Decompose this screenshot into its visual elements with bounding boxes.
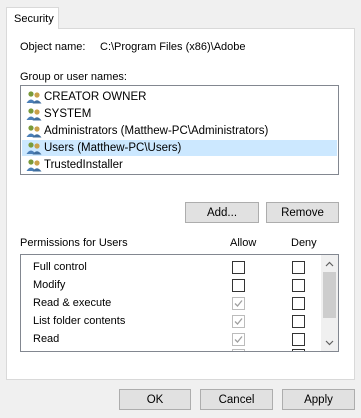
allow-checkbox	[232, 315, 245, 328]
permission-label: Read	[33, 333, 60, 345]
group-item-system[interactable]: SYSTEM	[26, 106, 91, 122]
group-item-label: TrustedInstaller	[44, 159, 123, 171]
object-name-value: C:\Program Files (x86)\Adobe	[100, 41, 246, 53]
ok-button[interactable]: OK	[119, 389, 191, 410]
allow-checkbox	[232, 333, 245, 346]
group-item-administrators[interactable]: Administrators (Matthew-PC\Administrator…	[26, 123, 268, 139]
allow-checkbox	[232, 349, 245, 352]
permission-label: Read & execute	[33, 297, 112, 309]
users-icon	[26, 108, 42, 121]
users-icon	[26, 91, 42, 104]
permissions-scrollbar[interactable]	[321, 255, 338, 351]
group-item-label: CREATOR OWNER	[44, 91, 147, 103]
permissions-list[interactable]: Full control Modify Read & execute List …	[20, 254, 339, 352]
deny-checkbox[interactable]	[292, 261, 305, 274]
permission-row: Full control	[21, 259, 321, 277]
permission-row: Read & execute	[21, 295, 321, 313]
permission-row: List folder contents	[21, 313, 321, 331]
permission-label: List folder contents	[33, 315, 126, 327]
permission-row	[21, 349, 321, 352]
group-item-label: Administrators (Matthew-PC\Administrator…	[44, 125, 269, 137]
deny-header: Deny	[291, 237, 317, 249]
deny-checkbox[interactable]	[292, 297, 305, 310]
add-button[interactable]: Add...	[185, 202, 259, 223]
scroll-up-arrow[interactable]	[321, 255, 338, 272]
users-icon	[26, 125, 42, 138]
allow-checkbox	[232, 297, 245, 310]
users-icon	[26, 159, 42, 172]
tab-security[interactable]: Security	[6, 7, 59, 29]
deny-checkbox[interactable]	[292, 349, 305, 351]
object-name-label: Object name:	[20, 41, 86, 53]
permission-row: Modify	[21, 277, 321, 295]
groups-list[interactable]: CREATOR OWNER SYSTEM Administrators (Mat…	[20, 85, 339, 175]
deny-checkbox[interactable]	[292, 279, 305, 292]
groups-label: Group or user names:	[20, 71, 127, 83]
checkmark-icon	[234, 351, 243, 352]
allow-checkbox[interactable]	[232, 261, 245, 274]
scroll-down-arrow[interactable]	[321, 334, 338, 351]
chevron-up-icon	[325, 261, 334, 266]
deny-checkbox[interactable]	[292, 333, 305, 346]
allow-checkbox[interactable]	[232, 279, 245, 292]
group-item-users[interactable]: Users (Matthew-PC\Users)	[22, 140, 337, 156]
group-item-trustedinstaller[interactable]: TrustedInstaller	[26, 157, 123, 173]
checkmark-icon	[234, 336, 243, 343]
tab-security-label: Security	[14, 13, 54, 25]
scroll-thumb[interactable]	[323, 272, 336, 318]
apply-button[interactable]: Apply	[282, 389, 355, 410]
users-icon	[26, 142, 42, 155]
permission-label: Full control	[33, 261, 87, 273]
group-item-creator-owner[interactable]: CREATOR OWNER	[26, 89, 146, 105]
permissions-header: Permissions for Users	[20, 237, 128, 249]
allow-header: Allow	[230, 237, 257, 249]
permission-row: Read	[21, 331, 321, 349]
checkmark-icon	[234, 318, 243, 325]
chevron-down-icon	[325, 340, 334, 345]
checkmark-icon	[234, 300, 243, 307]
deny-checkbox[interactable]	[292, 315, 305, 328]
group-item-label: SYSTEM	[44, 108, 92, 120]
remove-button[interactable]: Remove	[266, 202, 339, 223]
group-item-label: Users (Matthew-PC\Users)	[44, 142, 182, 154]
permission-label: Modify	[33, 279, 66, 291]
cancel-button[interactable]: Cancel	[200, 389, 273, 410]
